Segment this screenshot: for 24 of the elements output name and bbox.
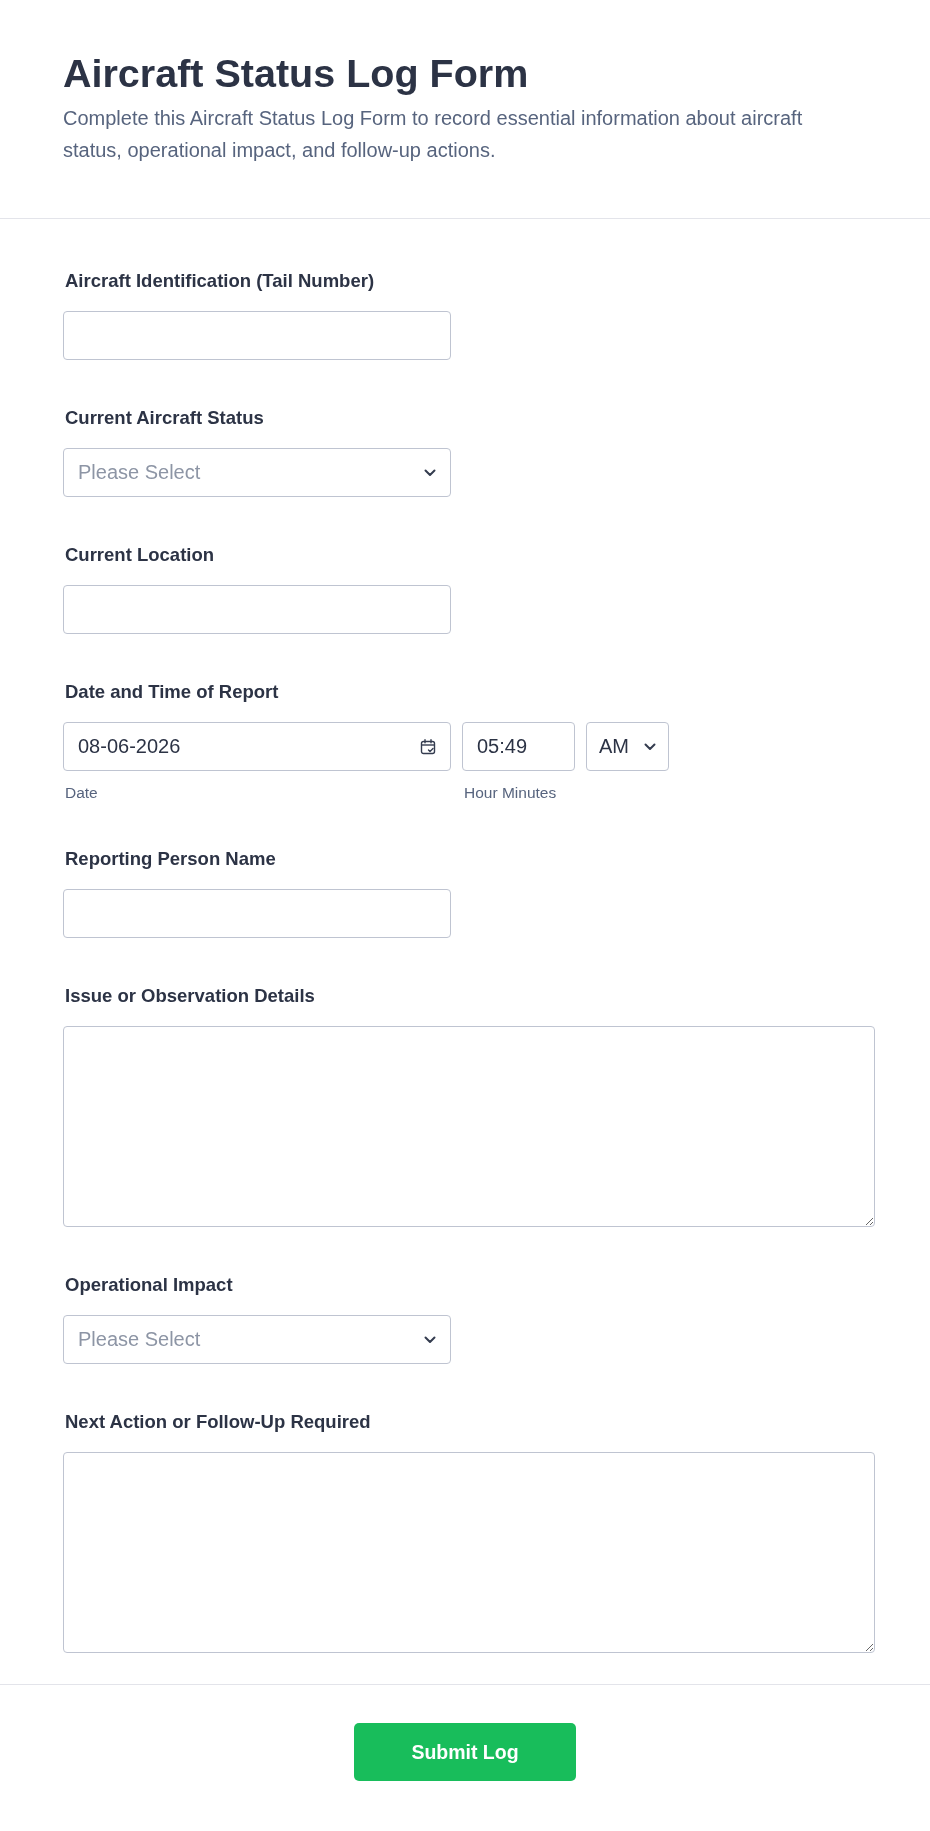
field-sublabel: Date — [64, 785, 98, 801]
chevron-down-icon — [424, 1335, 436, 1344]
field-label: Next Action or Follow-Up Required — [64, 1412, 371, 1432]
text-area[interactable] — [63, 1452, 875, 1653]
chevron-down-icon — [424, 468, 436, 477]
time-field[interactable]: 05:49 — [462, 722, 575, 771]
form-title: Aircraft Status Log Form — [63, 50, 530, 96]
am-pm-dropdown[interactable]: AM — [586, 722, 669, 771]
field-label: Operational Impact — [64, 1275, 233, 1295]
field-label: Aircraft Identification (Tail Number) — [64, 271, 375, 291]
field-label: Current Location — [64, 545, 215, 565]
field-label: Reporting Person Name — [64, 849, 276, 869]
chevron-down-icon — [644, 742, 656, 751]
text-input[interactable] — [63, 889, 451, 938]
text-area[interactable] — [63, 1026, 875, 1227]
form-description: Complete this Aircraft Status Log Form to record essential information about aircraft status, operational impact, and follow-up actions. — [63, 106, 804, 163]
field-label: Issue or Observation Details — [64, 986, 315, 1006]
calendar-icon[interactable] — [420, 738, 436, 755]
field-sublabel: Hour Minutes — [463, 785, 557, 801]
field-label: Current Aircraft Status — [64, 408, 264, 428]
field-label: Date and Time of Report — [64, 682, 279, 702]
text-input[interactable] — [63, 585, 451, 634]
text-input[interactable] — [63, 311, 451, 360]
date-field[interactable]: 08-06-2026 — [63, 722, 451, 771]
